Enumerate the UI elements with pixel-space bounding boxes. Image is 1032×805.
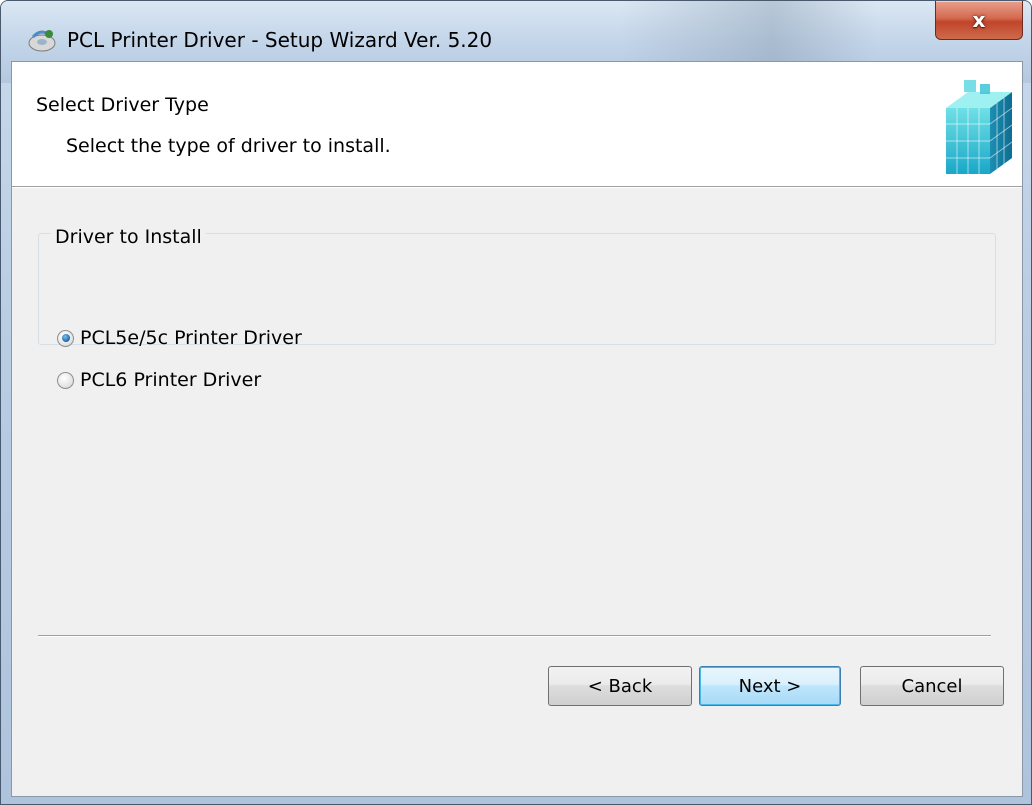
- close-icon: x: [972, 8, 986, 32]
- setup-wizard-window: PCL Printer Driver - Setup Wizard Ver. 5…: [0, 0, 1032, 805]
- cancel-button[interactable]: Cancel: [860, 666, 1004, 706]
- radio-pcl6[interactable]: PCL6 Printer Driver: [57, 369, 261, 391]
- radio-unselected-icon[interactable]: [57, 371, 74, 389]
- wizard-header: Select Driver Type Select the type of dr…: [12, 62, 1022, 187]
- radio-label: PCL5e/5c Printer Driver: [80, 327, 302, 349]
- radio-selected-icon[interactable]: [57, 329, 74, 347]
- page-subtitle: Select the type of driver to install.: [66, 135, 391, 157]
- radio-label: PCL6 Printer Driver: [80, 369, 262, 391]
- setup-disc-icon: [28, 30, 56, 52]
- window-title: PCL Printer Driver - Setup Wizard Ver. 5…: [67, 28, 493, 52]
- footer-separator: [38, 635, 991, 637]
- cube-stack-icon: [946, 80, 1013, 174]
- close-button[interactable]: x: [935, 1, 1023, 40]
- page-title: Select Driver Type: [36, 94, 209, 116]
- back-button[interactable]: < Back: [548, 666, 692, 706]
- groupbox-label: Driver to Install: [51, 226, 206, 248]
- next-button[interactable]: Next >: [699, 666, 841, 706]
- radio-pcl5[interactable]: PCL5e/5c Printer Driver: [57, 327, 302, 349]
